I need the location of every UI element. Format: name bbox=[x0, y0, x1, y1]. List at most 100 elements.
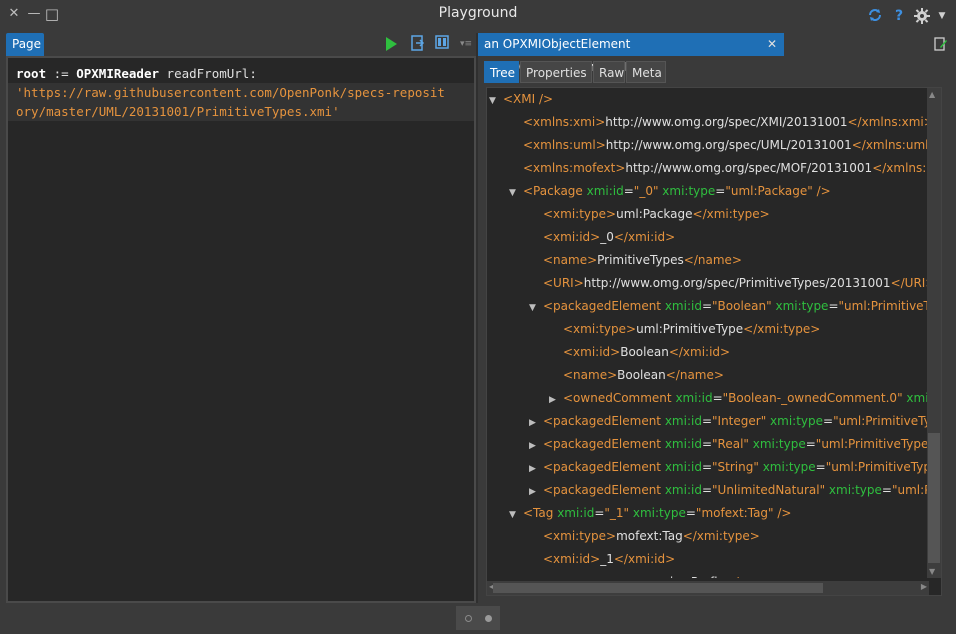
tree-row[interactable]: <name>org.omg.xmi.nsPrefix</name> bbox=[529, 571, 783, 578]
tree-row-text: = bbox=[805, 437, 816, 451]
playground-pane: Page ▾≡ root := OPXMIReader readFromUrl:… bbox=[6, 33, 476, 603]
title-bar: ✕ — □ Playground ? ▼ bbox=[0, 0, 956, 30]
tree-row[interactable]: <xmlns:uml>http://www.omg.org/spec/UML/2… bbox=[509, 134, 927, 157]
tree-row-text: "uml:PrimitiveType" bbox=[815, 437, 927, 451]
expand-toggle-icon[interactable]: ▼ bbox=[509, 504, 523, 527]
tree-row-text: <xmi:id> bbox=[543, 230, 601, 244]
tree-row-text: <packagedElement bbox=[543, 299, 665, 313]
collapse-toggle-icon[interactable]: ▶ bbox=[529, 435, 543, 458]
tree-row[interactable]: <xmlns:mofext>http://www.omg.org/spec/MO… bbox=[509, 157, 927, 180]
tree-row-text: <xmi:id> bbox=[563, 345, 621, 359]
tree-row-text: xmi:type bbox=[662, 184, 716, 198]
tree-row-text: "String" bbox=[712, 460, 763, 474]
expand-toggle-icon[interactable]: ▼ bbox=[509, 182, 523, 205]
tree-row[interactable]: <xmlns:xmi>http://www.omg.org/spec/XMI/2… bbox=[509, 111, 927, 134]
tree-row-text: xmi:type bbox=[770, 414, 824, 428]
tree-row-text: http://www.omg.org/spec/UML/20131001 bbox=[605, 138, 852, 152]
tree-row-text: http://www.omg.org/spec/MOF/20131001 bbox=[625, 161, 873, 175]
tree-row[interactable]: <xmi:id>_0</xmi:id> bbox=[529, 226, 675, 249]
code-editor[interactable]: root := OPXMIReader readFromUrl: 'https:… bbox=[6, 56, 476, 603]
settings-dropdown-icon[interactable]: ▼ bbox=[936, 7, 948, 25]
tree-row[interactable]: ▶ <packagedElement xmi:id="String" xmi:ty… bbox=[529, 456, 927, 479]
tab-page[interactable]: Page bbox=[6, 33, 44, 56]
tree-row[interactable]: <xmi:type>uml:PrimitiveType</xmi:type> bbox=[549, 318, 820, 341]
tree-row-text: <xmlns:uml> bbox=[523, 138, 606, 152]
tree-row-text: = bbox=[712, 391, 723, 405]
tree-row-text: "uml:Package" bbox=[725, 184, 813, 198]
horizontal-scrollbar[interactable]: ◀ ▶ bbox=[487, 581, 929, 595]
horizontal-scroll-thumb[interactable] bbox=[493, 583, 823, 593]
tree-row-text: http://www.omg.org/spec/PrimitiveTypes/2… bbox=[583, 276, 891, 290]
left-tabbar: Page ▾≡ bbox=[6, 33, 476, 56]
tree-row[interactable]: ▶ <packagedElement xmi:id="Integer" xmi:t… bbox=[529, 410, 927, 433]
edit-icon[interactable] bbox=[934, 36, 948, 56]
tree-row[interactable]: <URI>http://www.omg.org/spec/PrimitiveTy… bbox=[529, 272, 927, 295]
tree-row[interactable]: <name>Boolean</name> bbox=[549, 364, 724, 387]
scroll-right-icon[interactable]: ▶ bbox=[921, 582, 927, 591]
page-dot-2[interactable] bbox=[485, 615, 492, 622]
tree-row-text: "UnlimitedNatural" bbox=[712, 483, 829, 497]
tree-row-text: </name> bbox=[683, 253, 742, 267]
tree-row-text: = bbox=[685, 506, 696, 520]
tree-row-text: <packagedElement bbox=[543, 483, 665, 497]
tree-row-text: <ownedComment bbox=[563, 391, 676, 405]
tree-row-text: = bbox=[701, 437, 713, 451]
collapse-toggle-icon[interactable]: ▶ bbox=[549, 389, 563, 412]
tree-row-text: org.omg.xmi.nsPrefix bbox=[597, 575, 725, 578]
expand-toggle-icon[interactable]: ▼ bbox=[489, 90, 503, 113]
collapse-toggle-icon[interactable]: ▶ bbox=[529, 458, 543, 481]
tree-row[interactable]: <xmi:type>uml:Package</xmi:type> bbox=[529, 203, 770, 226]
tab-properties[interactable]: Properties bbox=[520, 61, 592, 83]
tree-row[interactable]: ▶ <packagedElement xmi:id="UnlimitedNatur… bbox=[529, 479, 927, 502]
tree-row[interactable]: ▶ <ownedComment xmi:id="Boolean-_ownedCom… bbox=[549, 387, 927, 410]
gear-icon[interactable] bbox=[912, 7, 932, 25]
bindings-icon[interactable] bbox=[410, 35, 426, 53]
tab-raw[interactable]: Raw bbox=[593, 61, 625, 83]
inspector-tab[interactable]: an OPXMIObjectElement (XMIObjectElement(… bbox=[478, 33, 784, 74]
tree-row[interactable]: <name>PrimitiveTypes</name> bbox=[529, 249, 742, 272]
inspector-pane: an OPXMIObjectElement (XMIObjectElement(… bbox=[478, 33, 956, 603]
collapse-toggle-icon[interactable]: ▶ bbox=[529, 481, 543, 504]
collapse-toggle-icon[interactable]: ▶ bbox=[529, 412, 543, 435]
sync-icon[interactable] bbox=[866, 7, 884, 25]
tree-row-text: "_0" bbox=[633, 184, 663, 198]
vertical-scrollbar[interactable]: ▲ ▼ bbox=[927, 88, 941, 578]
tree-row-text: = bbox=[815, 460, 826, 474]
code-message: readFromUrl: bbox=[159, 66, 257, 81]
tree-row-text: "_1" bbox=[604, 506, 633, 520]
tree-row-text: xmi:type bbox=[775, 299, 829, 313]
tree-row-text: "uml:PrimitiveType" bbox=[833, 414, 927, 428]
tree-row-text: PrimitiveTypes bbox=[597, 253, 684, 267]
tree-row[interactable]: <xmi:type>mofext:Tag</xmi:type> bbox=[529, 525, 760, 548]
tab-meta[interactable]: Meta bbox=[626, 61, 666, 83]
tree-row-text: </name> bbox=[725, 575, 783, 578]
tree-row[interactable]: ▶ <packagedElement xmi:id="Real" xmi:type… bbox=[529, 433, 927, 456]
tree-row[interactable]: ▼ <Package xmi:id="_0" xmi:type="uml:Pack… bbox=[509, 180, 831, 203]
columns-icon[interactable] bbox=[434, 35, 450, 53]
code-content[interactable]: root := OPXMIReader readFromUrl: 'https:… bbox=[8, 58, 474, 127]
tree-row-text: <packagedElement bbox=[543, 460, 665, 474]
tree-row-text: <xmi:type> bbox=[563, 322, 637, 336]
tree-row[interactable]: ▼ <XMI /> bbox=[489, 88, 553, 111]
tree-row-text: xmi:type bbox=[752, 437, 806, 451]
play-icon[interactable] bbox=[386, 37, 397, 51]
menu-icon[interactable]: ▾≡ bbox=[458, 35, 474, 53]
tree-row-text: xmi:id bbox=[586, 184, 624, 198]
close-icon[interactable]: ✕ bbox=[767, 33, 777, 56]
scroll-down-icon[interactable]: ▼ bbox=[929, 567, 935, 576]
tree-row-text: <xmi:type> bbox=[543, 529, 617, 543]
scroll-up-icon[interactable]: ▲ bbox=[929, 90, 935, 99]
tree-row-text: xmi:id bbox=[664, 460, 702, 474]
tab-tree[interactable]: Tree bbox=[484, 61, 519, 83]
page-dot-1[interactable] bbox=[465, 615, 472, 622]
help-icon[interactable]: ? bbox=[892, 7, 906, 25]
xml-tree[interactable]: ▼ <XMI /> <xmlns:xmi>http://www.omg.org/sp… bbox=[487, 88, 927, 578]
tree-row[interactable]: ▼ <Tag xmi:id="_1" xmi:type="mofext:Tag" … bbox=[509, 502, 791, 525]
code-line-3: ory/master/UML/20131001/PrimitiveTypes.x… bbox=[16, 104, 340, 119]
tree-row[interactable]: ▼ <packagedElement xmi:id="Boolean" xmi:t… bbox=[529, 295, 927, 318]
tree-row-text: <xmi:type> bbox=[543, 207, 617, 221]
expand-toggle-icon[interactable]: ▼ bbox=[529, 297, 543, 320]
tree-row[interactable]: <xmi:id>_1</xmi:id> bbox=[529, 548, 675, 571]
vertical-scroll-thumb[interactable] bbox=[928, 433, 940, 563]
tree-row[interactable]: <xmi:id>Boolean</xmi:id> bbox=[549, 341, 730, 364]
